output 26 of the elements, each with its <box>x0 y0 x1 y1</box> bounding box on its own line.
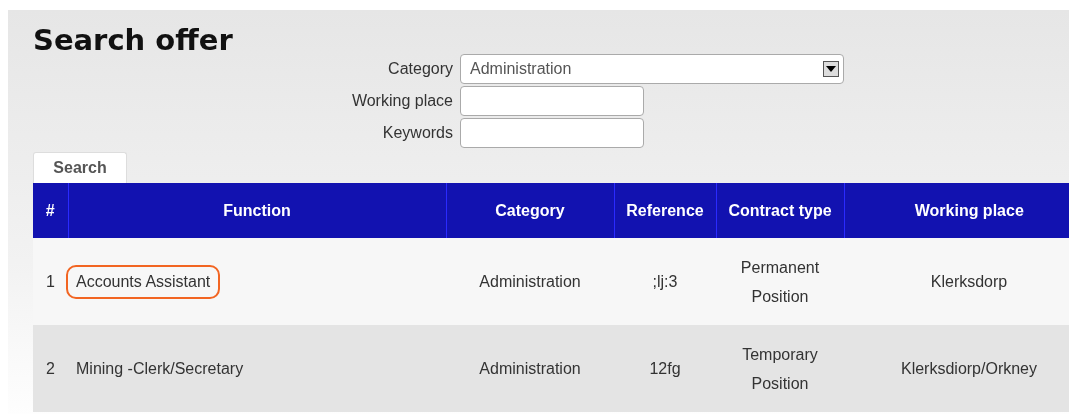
search-button[interactable]: Search <box>33 152 127 183</box>
table-cell-text: Temporary Position <box>741 344 819 394</box>
column-header: Contract type <box>716 183 844 238</box>
table-cell: 1 <box>46 272 55 290</box>
field-label: Category <box>387 60 453 78</box>
column-header: Working place <box>844 183 1069 238</box>
table-cell: 12fg <box>649 359 681 377</box>
text-field[interactable] <box>460 86 644 116</box>
column-header: # <box>33 183 68 238</box>
page-title: Search offer <box>33 22 234 58</box>
table-cell: ;lj:3 <box>652 272 678 290</box>
table-cell-text: Permanent Position <box>739 257 821 307</box>
column-header: Category <box>446 183 614 238</box>
caret-icon <box>823 61 839 77</box>
table-cell: Klerksdiorp/Orkney <box>900 359 1037 377</box>
text-field[interactable] <box>460 118 644 148</box>
field-label: Keywords <box>381 124 453 142</box>
table-cell: Klerksdorp <box>930 272 1008 290</box>
column-header: Reference <box>614 183 716 238</box>
table-cell: 2 <box>46 359 55 377</box>
category-dropdown[interactable]: Administration <box>460 54 844 84</box>
column-header: Function <box>68 183 446 238</box>
function-link[interactable]: Accounts Assistant <box>66 264 221 299</box>
table-cell: Administration <box>479 359 581 377</box>
table-cell: Administration <box>479 272 581 290</box>
field-label: Working place <box>350 92 453 110</box>
